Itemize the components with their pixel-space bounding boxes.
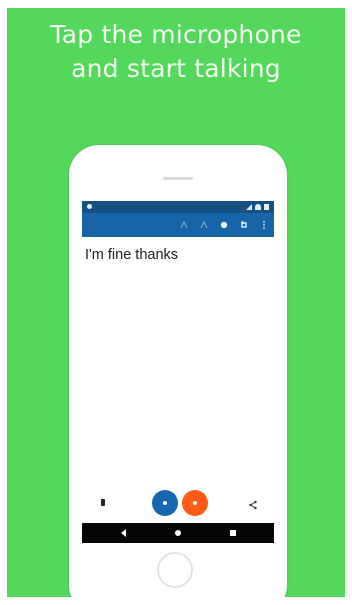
back-icon[interactable] <box>121 529 126 537</box>
status-icons <box>246 202 269 212</box>
phone-home-button[interactable] <box>157 552 193 588</box>
settings-icon[interactable] <box>219 220 229 230</box>
transcribed-text[interactable]: I'm fine thanks <box>85 246 270 264</box>
share-icon[interactable] <box>248 497 258 510</box>
home-icon[interactable] <box>175 530 181 536</box>
bottom-controls <box>82 489 274 517</box>
wifi-icon <box>255 204 261 210</box>
toolbar-actions <box>179 218 269 232</box>
paste-icon[interactable] <box>179 220 189 230</box>
phone-frame: I'm fine thanks <box>69 145 287 597</box>
battery-icon <box>264 204 269 210</box>
record-icon <box>193 501 197 505</box>
promo-background: Tap the microphone and start talking I'm… <box>7 8 345 597</box>
phone-speaker <box>163 177 193 180</box>
undo-icon[interactable] <box>239 220 249 230</box>
signal-icon <box>246 204 252 210</box>
app-toolbar <box>82 213 274 237</box>
android-navigation-bar <box>82 523 274 543</box>
headline-line-1: Tap the microphone <box>50 20 302 49</box>
phone-icon[interactable] <box>101 499 105 506</box>
more-vertical-icon[interactable] <box>259 220 269 230</box>
copy-icon[interactable] <box>199 220 209 230</box>
notification-icon <box>87 204 92 209</box>
microphone-icon <box>163 501 167 505</box>
microphone-button[interactable] <box>152 490 178 516</box>
headline-line-2: and start talking <box>71 54 281 83</box>
record-button[interactable] <box>182 490 208 516</box>
recent-apps-icon[interactable] <box>230 530 236 536</box>
status-bar <box>82 201 274 213</box>
promo-headline: Tap the microphone and start talking <box>7 18 345 86</box>
phone-screen: I'm fine thanks <box>82 201 274 543</box>
